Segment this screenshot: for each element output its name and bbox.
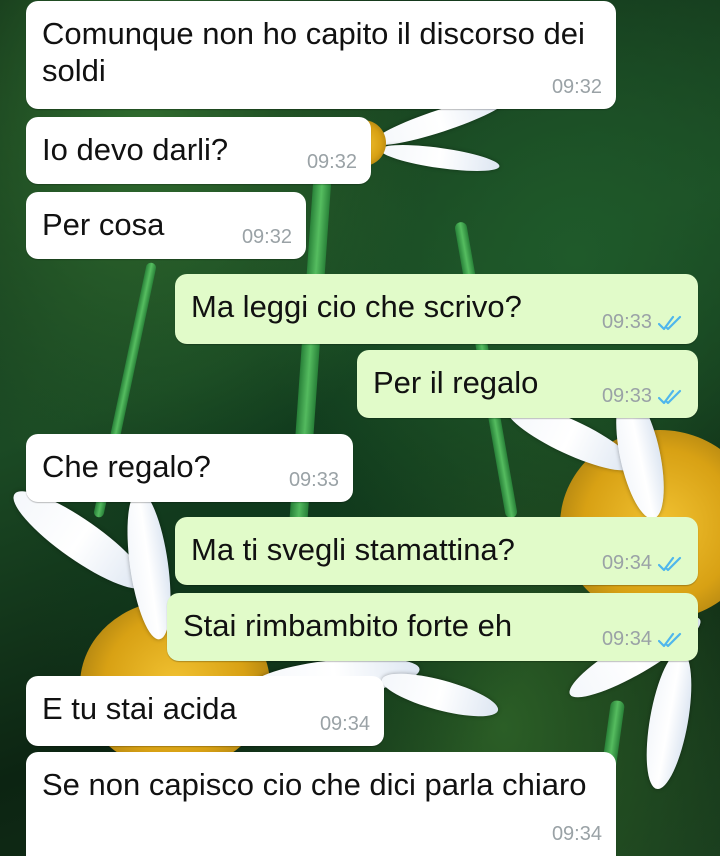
- incoming-message[interactable]: Io devo darli? 09:32: [26, 117, 371, 184]
- chat-thread: Comunque non ho capito il discorso dei s…: [0, 0, 720, 856]
- message-meta: 09:33: [602, 311, 684, 334]
- outgoing-message[interactable]: Ma ti svegli stamattina? 09:34: [175, 517, 698, 585]
- message-text: Comunque non ho capito il discorso dei s…: [42, 16, 585, 88]
- message-time: 09:33: [601, 385, 652, 407]
- message-meta: 09:34: [602, 552, 684, 575]
- incoming-message[interactable]: E tu stai acida 09:34: [26, 676, 384, 746]
- double-check-icon: [658, 556, 682, 571]
- message-meta: 09:34: [320, 713, 370, 736]
- message-time: 09:32: [551, 76, 602, 98]
- message-meta: 09:32: [242, 226, 292, 249]
- message-time: 09:32: [306, 151, 357, 173]
- message-meta: 09:33: [289, 469, 339, 492]
- double-check-icon: [658, 315, 682, 330]
- message-time: 09:34: [601, 552, 652, 574]
- message-meta: 09:33: [602, 385, 684, 408]
- incoming-message[interactable]: Comunque non ho capito il discorso dei s…: [26, 1, 616, 109]
- outgoing-message[interactable]: Stai rimbambito forte eh 09:34: [167, 593, 698, 661]
- message-time: 09:34: [319, 713, 370, 735]
- double-check-icon: [658, 632, 682, 647]
- message-meta: 09:34: [602, 628, 684, 651]
- double-check-icon: [658, 389, 682, 404]
- outgoing-message[interactable]: Per il regalo 09:33: [357, 350, 698, 418]
- message-time: 09:33: [288, 469, 339, 491]
- message-meta: 09:32: [552, 76, 602, 99]
- message-meta: 09:32: [307, 151, 357, 174]
- message-time: 09:34: [601, 628, 652, 650]
- incoming-message[interactable]: Per cosa 09:32: [26, 192, 306, 259]
- incoming-message[interactable]: Se non capisco cio che dici parla chiaro…: [26, 752, 616, 856]
- message-time: 09:32: [241, 226, 292, 248]
- outgoing-message[interactable]: Ma leggi cio che scrivo? 09:33: [175, 274, 698, 344]
- message-time: 09:34: [551, 823, 602, 845]
- message-text: Se non capisco cio che dici parla chiaro: [42, 767, 587, 802]
- incoming-message[interactable]: Che regalo? 09:33: [26, 434, 353, 502]
- message-meta: 09:34: [552, 823, 602, 846]
- message-time: 09:33: [601, 311, 652, 333]
